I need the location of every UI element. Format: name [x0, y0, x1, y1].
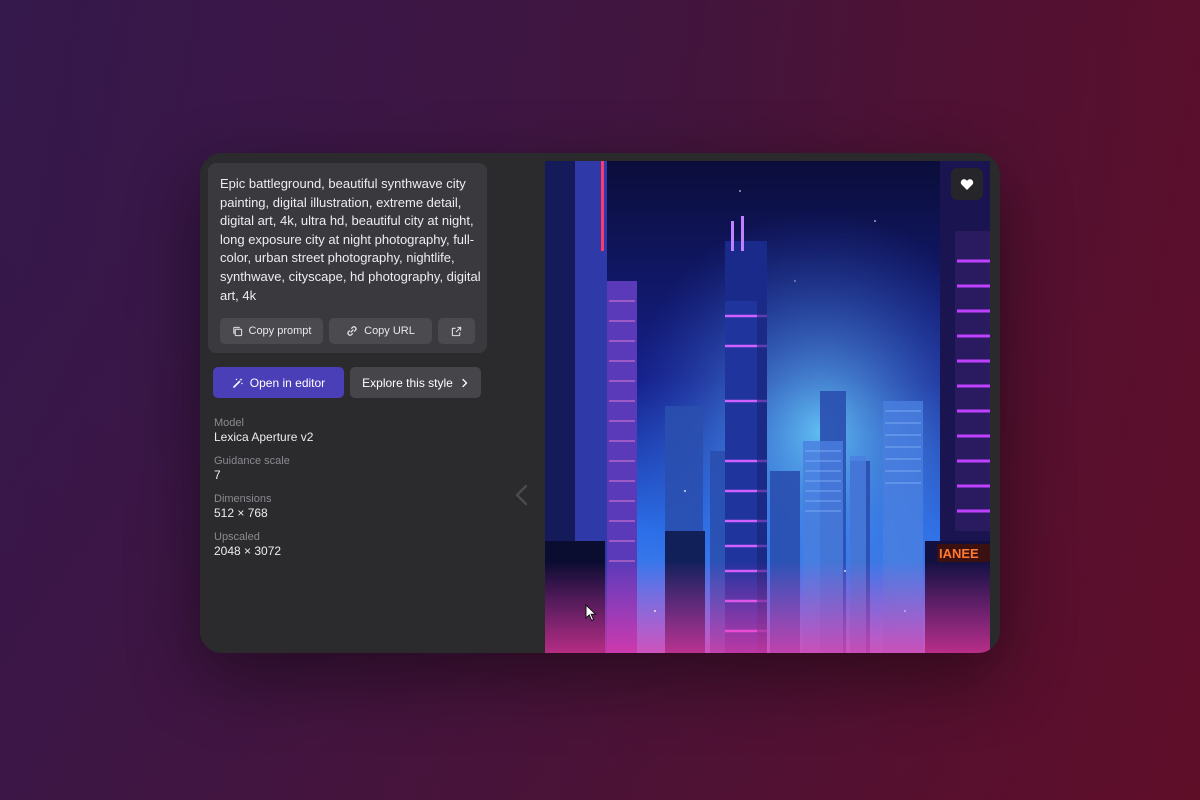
external-link-icon: [451, 326, 462, 336]
like-button[interactable]: [951, 168, 983, 200]
prompt-card: Epic battleground, beautiful synthwave c…: [208, 163, 487, 353]
meta-dimensions: Dimensions 512 × 768: [214, 493, 313, 521]
meta-upscaled-value: 2048 × 3072: [214, 544, 282, 558]
meta-upscaled: Upscaled 2048 × 3072: [214, 531, 313, 559]
meta-guidance-label: Guidance scale: [214, 455, 290, 467]
open-in-editor-label: Open in editor: [249, 375, 326, 390]
copy-prompt-button[interactable]: Copy prompt: [220, 318, 323, 344]
explore-style-label: Explore this style: [362, 375, 453, 390]
copy-prompt-label: Copy prompt: [248, 325, 312, 337]
chevron-left-icon[interactable]: [512, 483, 532, 507]
image-detail-modal: Epic battleground, beautiful synthwave c…: [200, 153, 1000, 653]
mouse-cursor-icon: [585, 604, 597, 622]
copy-url-button[interactable]: Copy URL: [329, 318, 432, 344]
explore-style-button[interactable]: Explore this style: [350, 367, 481, 398]
open-in-editor-button[interactable]: Open in editor: [213, 367, 344, 398]
generated-image[interactable]: IANEE: [545, 161, 990, 653]
image-metadata: Model Lexica Aperture v2 Guidance scale …: [214, 417, 313, 569]
prompt-actions: Copy prompt Copy URL: [220, 318, 475, 344]
cityscape-illustration: IANEE: [545, 161, 990, 653]
meta-upscaled-label: Upscaled: [214, 531, 260, 543]
chevron-right-icon: [462, 378, 467, 387]
meta-guidance-value: 7: [214, 468, 221, 482]
primary-actions: Open in editor Explore this style: [213, 367, 481, 398]
magic-wand-icon: [232, 377, 243, 388]
details-panel: Epic battleground, beautiful synthwave c…: [200, 153, 545, 653]
meta-model-label: Model: [214, 417, 244, 429]
prompt-text: Epic battleground, beautiful synthwave c…: [220, 176, 481, 303]
meta-dimensions-value: 512 × 768: [214, 506, 268, 520]
open-external-button[interactable]: [438, 318, 475, 344]
copy-url-label: Copy URL: [364, 325, 415, 337]
heart-icon: [960, 178, 974, 190]
meta-model-value: Lexica Aperture v2: [214, 430, 314, 444]
meta-guidance: Guidance scale 7: [214, 455, 313, 483]
copy-icon: [232, 326, 242, 336]
meta-dimensions-label: Dimensions: [214, 493, 272, 505]
neon-sign-text: IANEE: [939, 546, 979, 561]
link-icon: [347, 326, 357, 336]
meta-model: Model Lexica Aperture v2: [214, 417, 313, 445]
